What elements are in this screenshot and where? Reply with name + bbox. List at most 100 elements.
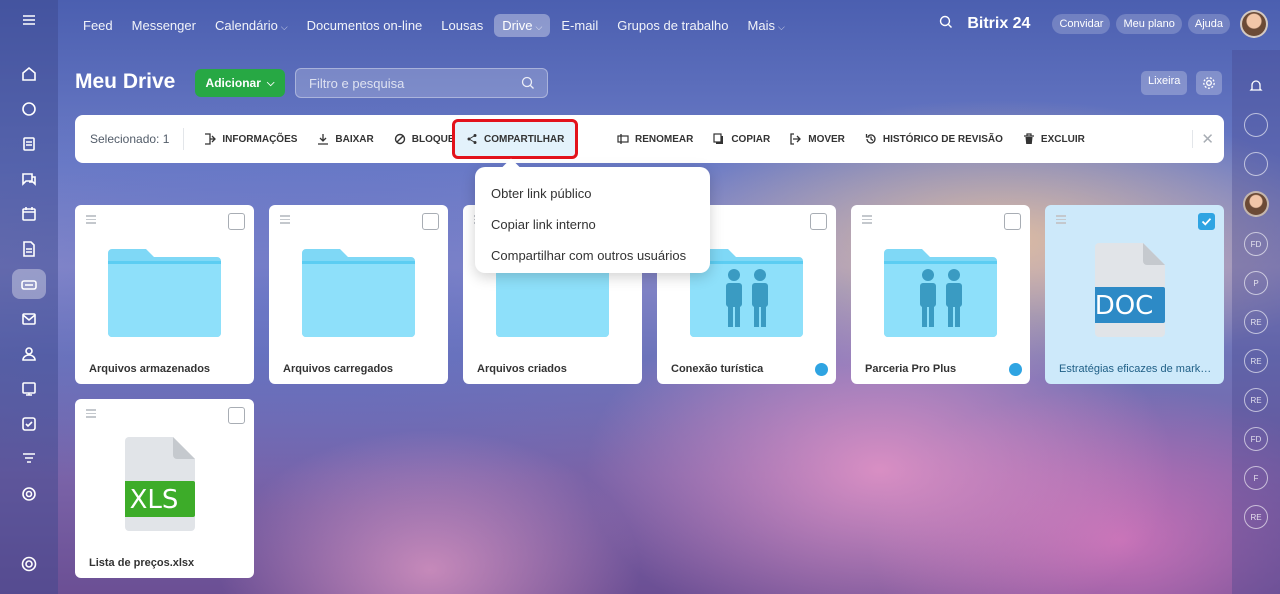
delete-button[interactable]: EXCLUIR	[1023, 133, 1085, 145]
history-button[interactable]: HISTÓRICO DE REVISÃO	[865, 133, 1003, 145]
contact-initials[interactable]: FD	[1244, 232, 1268, 256]
menu-item-share-users[interactable]: Compartilhar com outros usuários	[475, 240, 710, 271]
nav-item-3[interactable]: Documentos on-line	[299, 14, 431, 37]
download-button[interactable]: BAIXAR	[317, 133, 374, 145]
invite-button[interactable]: Convidar	[1052, 14, 1111, 34]
select-checkbox[interactable]	[1004, 213, 1021, 230]
nav-item-0[interactable]: Feed	[75, 14, 121, 37]
move-label: MOVER	[808, 133, 845, 145]
left-sidebar	[0, 0, 58, 594]
nav-item-5[interactable]: Drive ⌵	[494, 13, 551, 37]
help-button[interactable]: Ajuda	[1187, 14, 1230, 34]
file-card[interactable]: DOC Estratégias eficazes de marketin...	[1045, 205, 1224, 384]
document-icon: XLS	[125, 437, 195, 531]
nav-item-7[interactable]: Grupos de trabalho	[609, 14, 736, 37]
groups-icon[interactable]	[12, 339, 46, 369]
contact-initials[interactable]: RE	[1244, 349, 1268, 373]
shared-badge-icon	[815, 363, 828, 376]
select-checkbox[interactable]	[228, 407, 245, 424]
settings-icon[interactable]	[12, 549, 46, 579]
drag-handle-icon[interactable]	[862, 215, 872, 226]
folder-icon	[302, 249, 415, 337]
trash-button[interactable]: Lixeira	[1141, 71, 1188, 95]
share-button[interactable]: COMPARTILHAR	[452, 119, 579, 159]
file-card[interactable]: Arquivos armazenados	[75, 205, 254, 384]
file-name: Estratégias eficazes de marketin...	[1059, 363, 1214, 375]
select-checkbox[interactable]	[810, 213, 827, 230]
select-checkbox[interactable]	[228, 213, 245, 230]
mail-icon[interactable]	[12, 304, 46, 334]
funnel-icon[interactable]	[12, 444, 46, 474]
search-icon[interactable]	[939, 15, 953, 34]
contact-initials[interactable]: RE	[1244, 388, 1268, 412]
info-button[interactable]: INFORMAÇÕES	[204, 133, 297, 145]
copy-button[interactable]: COPIAR	[713, 133, 770, 145]
bell-icon[interactable]	[1244, 74, 1268, 98]
menu-item-public-link[interactable]: Obter link público	[475, 178, 710, 209]
documents-icon[interactable]	[12, 234, 46, 264]
drag-handle-icon[interactable]	[280, 215, 290, 226]
boards-icon[interactable]	[12, 374, 46, 404]
contact-initials[interactable]: FD	[1244, 427, 1268, 451]
move-button[interactable]: MOVER	[790, 133, 845, 145]
svg-text:XLS: XLS	[130, 485, 179, 515]
contact-initials[interactable]: F	[1244, 466, 1268, 490]
nav-item-label: Feed	[83, 17, 113, 33]
nav-item-4[interactable]: Lousas	[433, 14, 491, 37]
add-button[interactable]: Adicionar ⌵	[195, 69, 285, 97]
nav-item-2[interactable]: Calendário ⌵	[207, 14, 296, 37]
brand-logo[interactable]: Bitrix 24	[967, 15, 1030, 33]
drive-icon[interactable]	[12, 269, 46, 299]
nav-item-label: Drive	[502, 17, 533, 33]
copilot-icon[interactable]	[1244, 113, 1268, 137]
calendar-icon[interactable]	[12, 199, 46, 229]
nav-item-8[interactable]: Mais ⌵	[740, 14, 793, 37]
contact-avatar[interactable]	[1243, 191, 1269, 217]
file-name: Arquivos armazenados	[89, 363, 211, 375]
nav-item-6[interactable]: E-mail	[553, 14, 606, 37]
chat-bubble-icon[interactable]	[1244, 152, 1268, 176]
tasks-icon[interactable]	[12, 129, 46, 159]
chat-icon[interactable]	[12, 164, 46, 194]
drag-handle-icon[interactable]	[86, 215, 96, 226]
plan-button[interactable]: Meu plano	[1116, 14, 1182, 34]
top-navigation: Feed Messenger Calendário ⌵ Documentos on-li…	[58, 0, 1280, 50]
chevron-down-icon: ⌵	[777, 21, 785, 32]
selection-toolbar: Selecionado: 1 INFORMAÇÕES BAIXAR BLOQUE…	[75, 115, 1224, 163]
file-card[interactable]: Parceria Pro Plus	[851, 205, 1030, 384]
user-avatar[interactable]	[1240, 10, 1268, 38]
nav-item-label: Lousas	[441, 17, 484, 33]
close-icon[interactable]: ✕	[1192, 130, 1214, 148]
select-checkbox[interactable]	[1198, 213, 1215, 230]
select-checkbox[interactable]	[422, 213, 439, 230]
search-icon[interactable]	[521, 76, 535, 93]
contact-initials[interactable]: P	[1244, 271, 1268, 295]
drag-handle-icon[interactable]	[1056, 215, 1066, 226]
share-menu: Obter link público Copiar link interno C…	[475, 158, 710, 273]
drag-handle-icon[interactable]	[86, 409, 96, 420]
nav-item-1[interactable]: Messenger	[124, 14, 204, 37]
file-card[interactable]: XLS Lista de preços.xlsx	[75, 399, 254, 578]
checklist-icon[interactable]	[12, 409, 46, 439]
folder-icon	[108, 249, 221, 337]
rename-button[interactable]: RENOMEAR	[617, 133, 693, 145]
contact-initials[interactable]: RE	[1244, 310, 1268, 334]
feed-icon[interactable]	[12, 94, 46, 124]
search-placeholder: Filtro e pesquisa	[309, 76, 405, 91]
search-input[interactable]: Filtro e pesquisa	[295, 68, 548, 98]
rename-label: RENOMEAR	[634, 133, 694, 145]
contact-initials[interactable]: RE	[1244, 505, 1268, 529]
nav-item-label: Calendário	[214, 17, 278, 33]
menu-item-internal-link[interactable]: Copiar link interno	[475, 209, 710, 240]
target-icon[interactable]	[12, 479, 46, 509]
copy-label: COPIAR	[731, 133, 771, 145]
gear-icon[interactable]	[1196, 71, 1222, 95]
nav-item-label: Messenger	[131, 17, 196, 33]
menu-icon[interactable]	[12, 5, 46, 35]
file-name: Parceria Pro Plus	[865, 363, 957, 375]
home-icon[interactable]	[12, 59, 46, 89]
history-label: HISTÓRICO DE REVISÃO	[882, 133, 1003, 145]
file-card[interactable]: Arquivos carregados	[269, 205, 448, 384]
nav-item-label: Grupos de trabalho	[617, 17, 729, 33]
page-title: Meu Drive	[75, 70, 176, 93]
